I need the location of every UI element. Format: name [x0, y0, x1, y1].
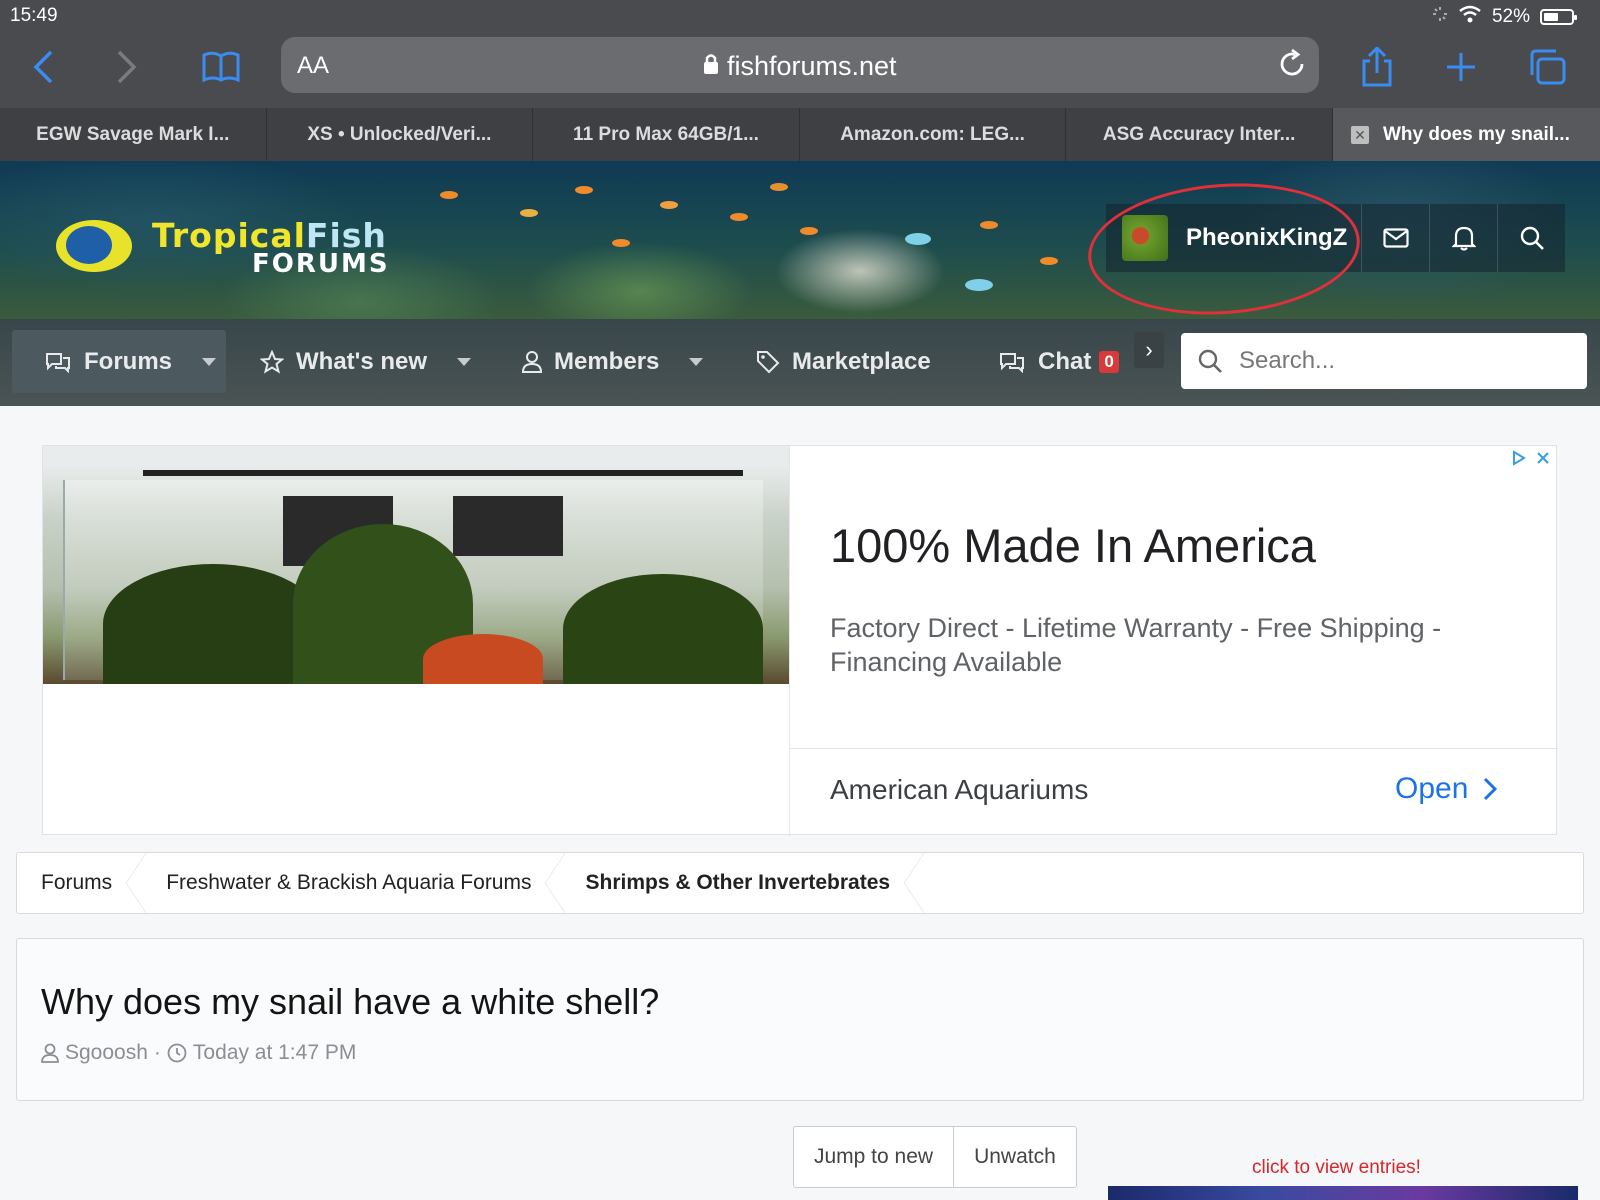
status-time: 15:49 — [10, 5, 58, 26]
user-icon — [41, 1043, 59, 1063]
chevron-right-icon: › — [1145, 337, 1153, 362]
thread-action-buttons: Jump to new Unwatch — [793, 1126, 1077, 1188]
safari-toolbar: AA fishforums.net — [0, 32, 1600, 108]
new-tab-button[interactable] — [1438, 44, 1484, 90]
ad-image-aquarium[interactable] — [43, 446, 789, 684]
breadcrumb-forums[interactable]: Forums — [17, 853, 147, 913]
url-text: fishforums.net — [726, 51, 897, 81]
address-bar[interactable]: AA fishforums.net — [281, 37, 1319, 93]
browser-tab[interactable]: ASG Accuracy Inter... — [1066, 108, 1333, 161]
clock-icon — [167, 1043, 187, 1063]
browser-tab[interactable]: EGW Savage Mark I... — [0, 108, 267, 161]
breadcrumb: Forums Freshwater & Brackish Aquaria For… — [16, 852, 1584, 914]
search-icon — [1520, 226, 1544, 250]
ad-headline[interactable]: 100% Made In America — [830, 518, 1316, 573]
forward-button[interactable] — [104, 44, 150, 90]
thread-meta: Sgooosh · Today at 1:47 PM — [41, 1041, 356, 1065]
search-icon — [1198, 349, 1222, 373]
advertisement[interactable]: 100% Made In America Factory Direct - Li… — [42, 445, 1558, 836]
nav-forums[interactable]: Forums — [12, 330, 226, 393]
reload-icon[interactable] — [1277, 48, 1307, 84]
chevron-right-icon — [1484, 777, 1498, 801]
share-button[interactable] — [1354, 44, 1400, 90]
nav-whats-new[interactable]: What's new — [260, 330, 472, 393]
site-logo[interactable]: TropicalFish FORUMS — [56, 216, 426, 279]
header-search-button[interactable] — [1497, 204, 1565, 272]
plus-icon — [1447, 53, 1475, 81]
thread-date-link[interactable]: Today at 1:47 PM — [193, 1041, 356, 1065]
chat-count-badge: 0 — [1099, 350, 1119, 373]
ad-description: Factory Direct - Lifetime Warranty - Fre… — [830, 613, 1442, 677]
search-input[interactable]: Search... — [1181, 333, 1587, 389]
browser-tab[interactable]: Amazon.com: LEG... — [799, 108, 1067, 161]
wifi-icon — [1458, 5, 1482, 29]
activity-icon — [1432, 6, 1448, 28]
bell-icon — [1451, 226, 1476, 251]
bookmarks-button[interactable] — [198, 44, 244, 90]
user-icon — [522, 350, 542, 373]
nav-chat[interactable]: Chat 0 — [998, 330, 1119, 393]
book-icon — [202, 51, 240, 83]
envelope-icon — [1383, 228, 1409, 248]
breadcrumb-shrimps-invertebrates[interactable]: Shrimps & Other Invertebrates — [555, 853, 924, 913]
thread-header: Why does my snail have a white shell? Sg… — [16, 938, 1584, 1101]
nav-marketplace[interactable]: Marketplace — [756, 330, 931, 393]
chevron-down-icon[interactable] — [457, 357, 472, 366]
fish-logo-icon — [56, 220, 132, 272]
battery-icon — [1540, 9, 1577, 25]
browser-tab[interactable]: XS • Unlocked/Veri... — [266, 108, 534, 161]
inbox-button[interactable] — [1361, 204, 1429, 272]
tabs-icon — [1530, 49, 1566, 85]
meta-separator: · — [153, 1041, 161, 1064]
chat-bubbles-icon — [1000, 352, 1024, 373]
breadcrumb-freshwater-brackish[interactable]: Freshwater & Brackish Aquaria Forums — [136, 853, 566, 913]
jump-to-new-button[interactable]: Jump to new — [794, 1127, 953, 1187]
page-title: Why does my snail have a white shell? — [41, 981, 660, 1022]
close-tab-icon[interactable]: ✕ — [1350, 125, 1369, 144]
chevron-left-icon — [33, 50, 53, 84]
sidebar-promo-banner[interactable] — [1108, 1186, 1578, 1200]
main-navigation: Forums What's new Members Marketplace Ch… — [0, 319, 1600, 406]
thread-author-link[interactable]: Sgooosh — [65, 1041, 148, 1065]
chevron-down-icon[interactable] — [689, 357, 704, 366]
nav-scroll-right-button[interactable]: › — [1134, 332, 1164, 368]
browser-chrome: 15:49 52% AA fishforums.net EGW Savage M… — [0, 0, 1600, 161]
ad-open-button[interactable]: Open — [1395, 772, 1498, 806]
chat-bubbles-icon — [46, 352, 70, 373]
browser-tab-active[interactable]: ✕ Why does my snail... — [1332, 108, 1600, 161]
battery-percent: 52% — [1491, 6, 1530, 27]
chevron-down-icon[interactable] — [202, 357, 217, 366]
ad-close-icon[interactable] — [1532, 448, 1554, 468]
lock-icon — [703, 51, 727, 81]
alerts-button[interactable] — [1429, 204, 1497, 272]
chevron-right-icon — [117, 50, 137, 84]
ad-choices-icon[interactable] — [1508, 448, 1530, 468]
tag-icon — [757, 350, 780, 373]
share-icon — [1362, 47, 1392, 87]
browser-tab[interactable]: 11 Pro Max 64GB/1... — [533, 108, 800, 161]
back-button[interactable] — [20, 44, 66, 90]
view-entries-link[interactable]: click to view entries! — [1252, 1157, 1421, 1179]
unwatch-button[interactable]: Unwatch — [953, 1127, 1076, 1187]
search-placeholder: Search... — [1239, 347, 1336, 374]
tab-strip: EGW Savage Mark I... XS • Unlocked/Veri.… — [0, 108, 1600, 161]
status-bar: 15:49 52% — [0, 0, 1600, 32]
tabs-overview-button[interactable] — [1524, 44, 1570, 90]
nav-members[interactable]: Members — [522, 330, 704, 393]
star-icon — [260, 349, 284, 374]
ad-advertiser: American Aquariums — [830, 774, 1089, 805]
